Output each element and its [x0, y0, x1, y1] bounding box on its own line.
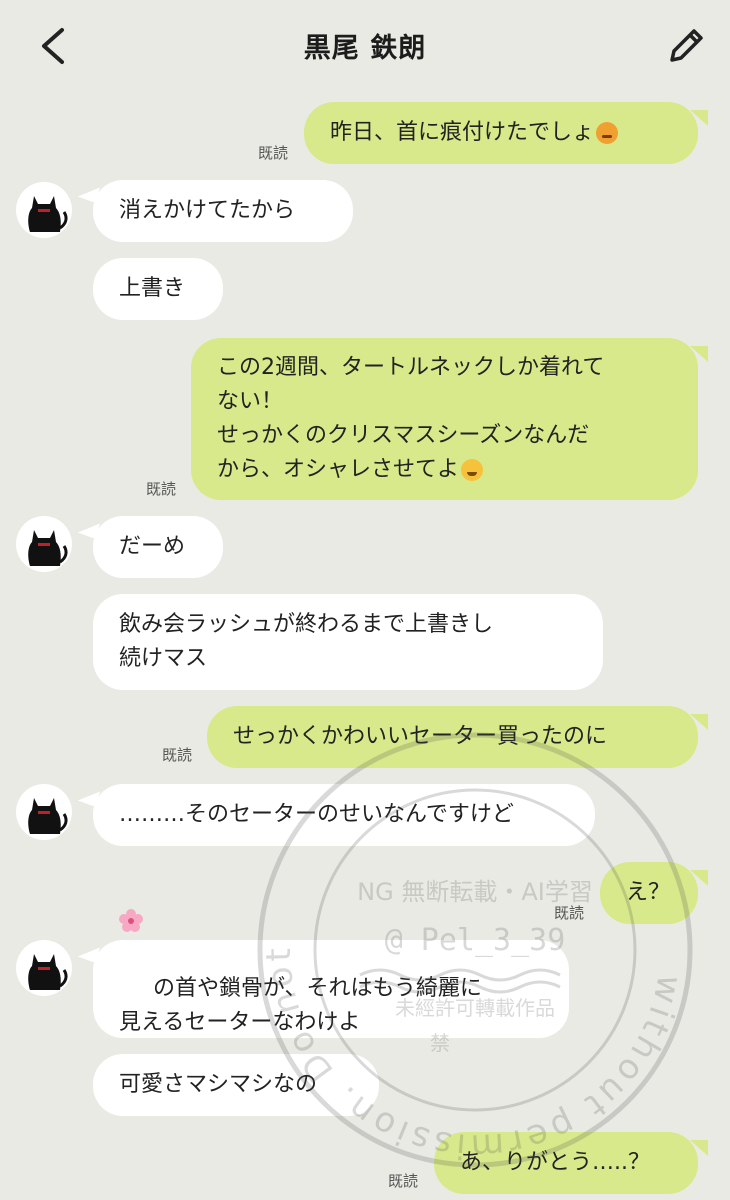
pencil-icon — [670, 29, 703, 62]
message-text: 飲み会ラッシュが終わるまで上書きし 続けマス — [119, 612, 494, 671]
read-receipt: 既読 — [554, 904, 585, 922]
avatar[interactable] — [16, 516, 72, 572]
bubble-tail — [690, 870, 708, 886]
message-bubble-incoming[interactable]: 上書き — [93, 258, 223, 320]
message-bubble-incoming[interactable]: 可愛さマシマシなの — [93, 1054, 379, 1116]
black-cat-icon — [28, 196, 68, 232]
edit-button[interactable] — [664, 24, 708, 68]
message-text: ………そのセーターのせいなんですけど — [119, 802, 514, 827]
bubble-tail — [690, 714, 708, 730]
cherry-blossom-icon — [119, 909, 143, 932]
message-bubble-outgoing[interactable]: 昨日、首に痕付けたでしょ — [304, 102, 698, 164]
message-text: この2週間、タートルネックしか着れて ない！ せっかくのクリスマスシーズンなんだ… — [217, 355, 605, 482]
message-text: 消えかけてたから — [119, 198, 296, 223]
angry-face-icon — [596, 122, 619, 144]
message-bubble-outgoing[interactable]: せっかくかわいいセーター買ったのに — [207, 706, 698, 768]
message-text: 上書き — [119, 276, 186, 301]
black-cat-icon — [28, 954, 68, 990]
message-bubble-outgoing[interactable]: この2週間、タートルネックしか着れて ない！ せっかくのクリスマスシーズンなんだ… — [191, 338, 698, 500]
read-receipt: 既読 — [258, 144, 289, 162]
message-bubble-incoming[interactable]: だーめ — [93, 516, 223, 578]
avatar[interactable] — [16, 784, 72, 840]
chat-header: 黒尾 鉄朗 — [0, 0, 730, 92]
read-receipt: 既読 — [162, 746, 193, 764]
message-text: せっかくかわいいセーター買ったのに — [233, 724, 608, 749]
message-text: あ、りがとう…..？ — [460, 1150, 650, 1175]
bubble-tail — [690, 110, 708, 126]
read-receipt: 既読 — [146, 480, 177, 498]
message-bubble-incoming[interactable]: の首や鎖骨が、それはもう綺麗に 見えるセーターなわけよ — [93, 909, 569, 1038]
message-text: 可愛さマシマシなの — [119, 1072, 318, 1097]
message-text: の首や鎖骨が、それはもう綺麗に 見えるセーターなわけよ — [119, 904, 482, 1074]
message-text: 昨日、首に痕付けたでしょ — [330, 120, 595, 145]
message-text: え？ — [626, 880, 671, 905]
chat-title: 黒尾 鉄朗 — [303, 33, 427, 64]
black-cat-icon — [28, 530, 68, 566]
black-cat-icon — [28, 798, 68, 834]
message-bubble-incoming[interactable]: 消えかけてたから — [93, 180, 353, 242]
read-receipt: 既読 — [388, 1172, 419, 1190]
bubble-tail — [690, 346, 708, 362]
message-bubble-outgoing[interactable]: え？ — [600, 862, 698, 924]
bubble-tail — [690, 1140, 708, 1156]
tired-face-icon — [461, 459, 484, 481]
avatar[interactable] — [16, 940, 72, 996]
message-text: だーめ — [119, 534, 186, 559]
message-bubble-incoming[interactable]: ………そのセーターのせいなんですけど — [93, 784, 595, 846]
message-bubble-outgoing[interactable]: あ、りがとう…..？ — [434, 1132, 698, 1194]
message-bubble-incoming[interactable]: 飲み会ラッシュが終わるまで上書きし 続けマス — [93, 594, 603, 690]
avatar[interactable] — [16, 182, 72, 238]
